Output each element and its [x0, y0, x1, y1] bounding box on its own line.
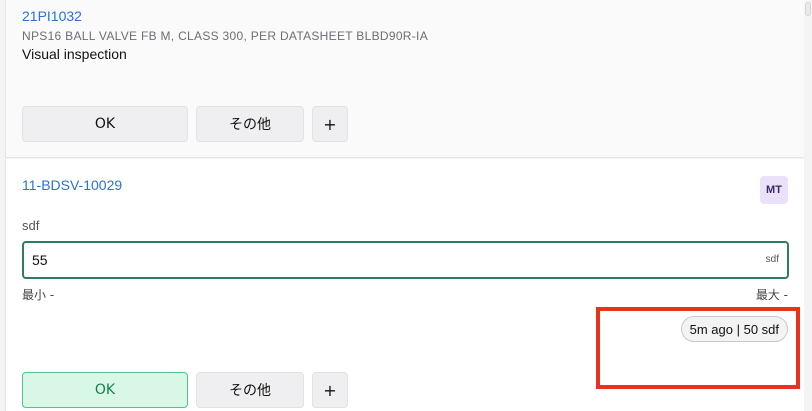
measurement-field[interactable]: sdf: [22, 241, 789, 279]
tag-link[interactable]: 11-BDSV-10029: [22, 177, 122, 193]
unit-label: sdf: [765, 254, 779, 265]
field-label: sdf: [22, 218, 40, 233]
ok-button-selected[interactable]: OK: [22, 372, 188, 408]
highlight-box: [596, 307, 800, 389]
max-label: 最大 -: [755, 288, 788, 302]
inspection-card-1: 21PI1032 NPS16 BALL VALVE FB M, CLASS 30…: [5, 0, 805, 158]
avatar: MT: [760, 176, 788, 204]
min-label: 最小 -: [22, 288, 55, 302]
scrollbar[interactable]: [804, 0, 812, 411]
scrollbar-thumb[interactable]: [805, 2, 811, 16]
ok-button[interactable]: OK: [22, 106, 188, 142]
equipment-description: NPS16 BALL VALVE FB M, CLASS 300, PER DA…: [22, 29, 428, 43]
tag-link[interactable]: 21PI1032: [22, 8, 82, 24]
add-button[interactable]: +: [312, 106, 348, 142]
other-button[interactable]: その他: [196, 106, 304, 142]
other-button[interactable]: その他: [196, 372, 304, 408]
task-label: Visual inspection: [22, 46, 127, 62]
measurement-input[interactable]: [32, 243, 732, 277]
add-button[interactable]: +: [312, 372, 348, 408]
